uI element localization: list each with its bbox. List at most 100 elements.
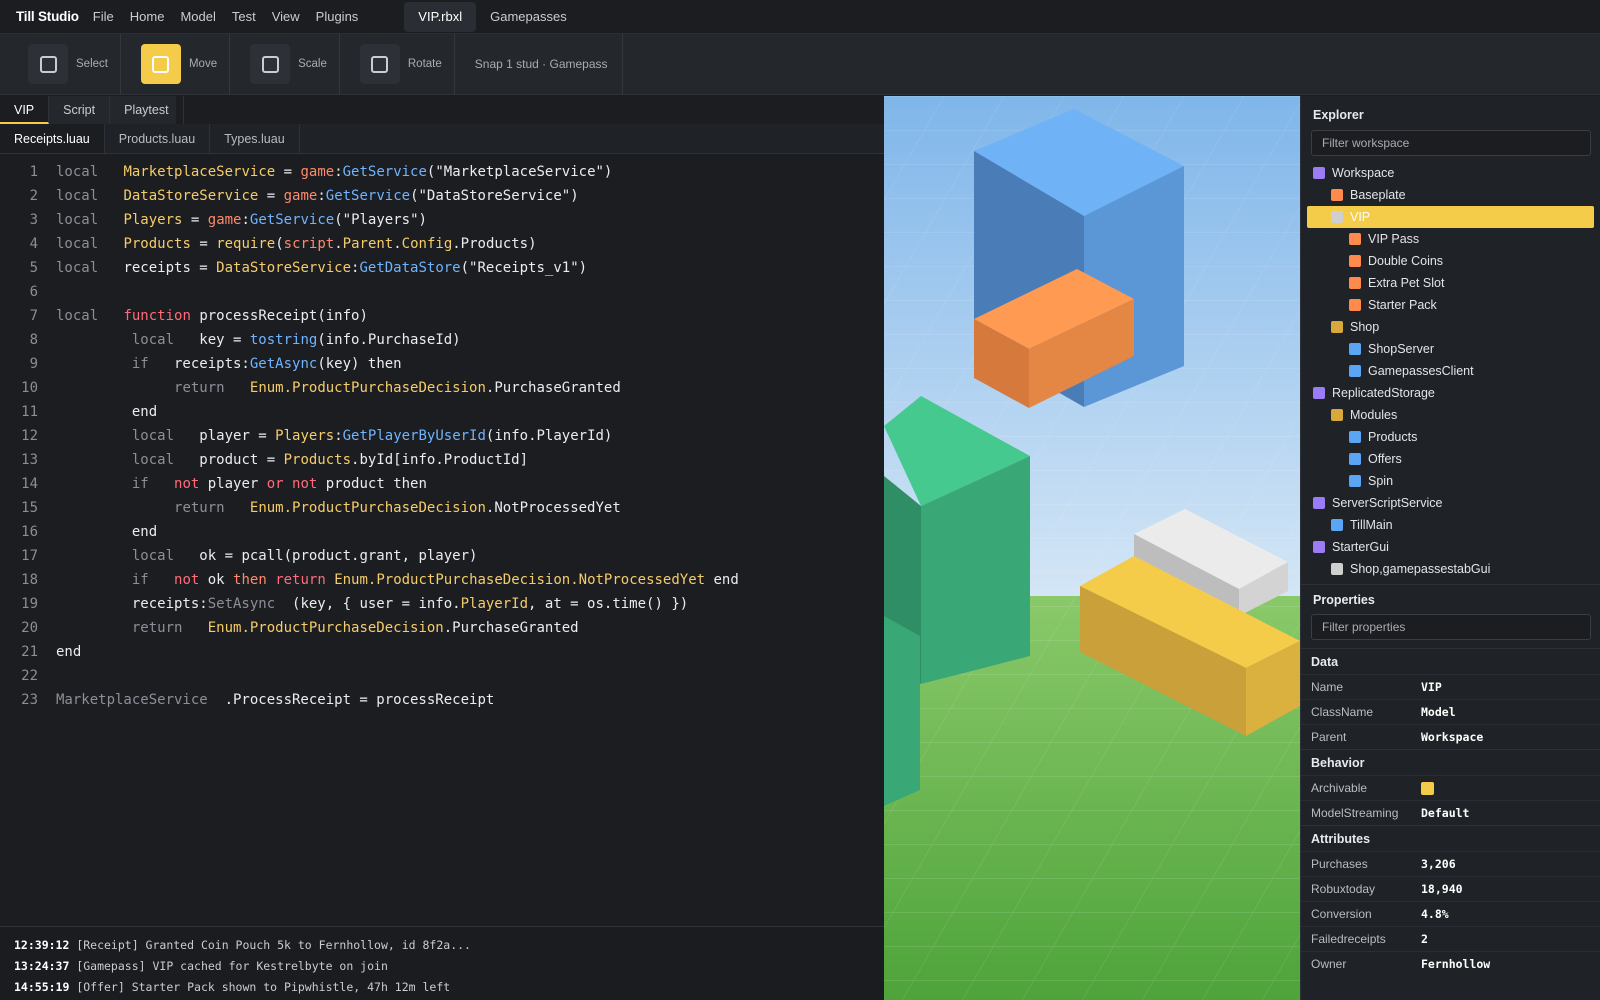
code-line[interactable]: 2 local DataStoreService = game:GetServic… <box>0 184 579 208</box>
explorer-item[interactable]: Shop <box>1301 316 1600 338</box>
explorer-item[interactable]: TillMain <box>1301 514 1600 536</box>
file-tab-types[interactable]: Types.luau <box>210 124 300 153</box>
doc-tab-vip[interactable]: VIP.rbxl <box>404 1 477 32</box>
code-line[interactable]: 1 local MarketplaceService = game:GetServ… <box>0 160 613 184</box>
explorer-item[interactable]: VIP Pass <box>1301 228 1600 250</box>
menu-view[interactable]: View <box>272 9 300 24</box>
code-line[interactable]: 10 return Enum.ProductPurchaseDecision.P… <box>0 376 621 400</box>
move-tool-button[interactable]: Move <box>140 33 231 95</box>
code-line[interactable]: 3 local Players = game:GetService("Player… <box>0 208 427 232</box>
property-value[interactable]: 2 <box>1421 932 1428 946</box>
explorer-item[interactable]: Offers <box>1301 448 1600 470</box>
property-row[interactable]: ModelStreaming Default <box>1301 800 1600 825</box>
code-token: GetService <box>342 164 427 180</box>
code-line[interactable]: 22 <box>0 664 56 688</box>
properties-filter-input[interactable] <box>1311 614 1591 640</box>
code-token: MarketplaceService <box>123 164 276 180</box>
explorer-item[interactable]: ReplicatedStorage <box>1301 382 1600 404</box>
properties-section-header[interactable]: Attributes <box>1301 825 1600 851</box>
explorer-item[interactable]: Double Coins <box>1301 250 1600 272</box>
explorer-item[interactable]: Modules <box>1301 404 1600 426</box>
code-token: return <box>174 500 225 516</box>
property-row[interactable]: Name VIP <box>1301 674 1600 699</box>
explorer-item[interactable]: ServerScriptService <box>1301 492 1600 514</box>
tab-vip[interactable]: VIP <box>0 96 50 124</box>
menu-file[interactable]: File <box>93 9 114 24</box>
explorer-item[interactable]: Shop,gamepassestabGui <box>1301 558 1600 580</box>
file-tab-receipts[interactable]: Receipts.luau <box>0 124 105 153</box>
explorer-item[interactable]: VIP <box>1307 206 1594 228</box>
property-row[interactable]: Archivable <box>1301 775 1600 800</box>
code-line[interactable]: 23 MarketplaceService .ProcessReceipt = p… <box>0 688 494 712</box>
property-value[interactable]: Workspace <box>1421 730 1483 744</box>
code-line[interactable]: 17 local ok = pcall(product.grant, playe… <box>0 544 477 568</box>
code-line[interactable]: 21 end <box>0 640 81 664</box>
property-value[interactable]: Default <box>1421 806 1469 820</box>
code-line[interactable]: 12 local player = Players:GetPlayerByUse… <box>0 424 612 448</box>
select-tool-button[interactable]: Select <box>28 33 121 95</box>
3d-viewport[interactable] <box>884 96 1300 1000</box>
snap-setting[interactable]: Snap 1 stud · Gamepass <box>475 33 623 95</box>
property-value[interactable]: 4.8% <box>1421 907 1449 921</box>
code-line[interactable]: 9 if receipts:GetAsync(key) then <box>0 352 402 376</box>
code-line[interactable]: 5 local receipts = DataStoreService:GetDa… <box>0 256 588 280</box>
code-line[interactable]: 6 <box>0 280 56 304</box>
code-line[interactable]: 15 return Enum.ProductPurchaseDecision.N… <box>0 496 621 520</box>
explorer-item[interactable]: Products <box>1301 426 1600 448</box>
code-line[interactable]: 20 return Enum.ProductPurchaseDecision.P… <box>0 616 578 640</box>
menu-model[interactable]: Model <box>180 9 215 24</box>
explorer-item[interactable]: Workspace <box>1301 162 1600 184</box>
code-token: not <box>174 572 200 588</box>
code-line[interactable]: 19 receipts:SetAsync (key, { user = info… <box>0 592 688 616</box>
property-row[interactable]: Conversion 4.8% <box>1301 901 1600 926</box>
property-row[interactable]: Failedreceipts 2 <box>1301 926 1600 951</box>
code-editor[interactable]: 1 local MarketplaceService = game:GetServ… <box>0 154 884 926</box>
checkbox-checked-icon[interactable] <box>1421 781 1434 795</box>
menu-home[interactable]: Home <box>130 9 165 24</box>
property-name: Name <box>1311 680 1344 694</box>
code-line[interactable]: 13 local product = Products.byId[info.Pr… <box>0 448 528 472</box>
code-line[interactable]: 4 local Products = require(script.Parent.… <box>0 232 537 256</box>
property-row[interactable]: Owner Fernhollow <box>1301 951 1600 976</box>
code-token: DataStoreService <box>216 260 352 276</box>
property-value[interactable]: Model <box>1421 705 1456 719</box>
code-line[interactable]: 8 local key = tostring(info.PurchaseId) <box>0 328 461 352</box>
properties-section-header[interactable]: Data <box>1301 648 1600 674</box>
menu-test[interactable]: Test <box>232 9 256 24</box>
code-token: game <box>207 212 242 228</box>
property-row[interactable]: ClassName Model <box>1301 699 1600 724</box>
property-value[interactable]: 3,206 <box>1421 857 1456 871</box>
property-value[interactable]: 18,940 <box>1421 882 1463 896</box>
explorer-item[interactable]: StarterGui <box>1301 536 1600 558</box>
scale-tool-button[interactable]: Scale <box>250 33 340 95</box>
scale-tool-label: Scale <box>298 58 327 70</box>
tab-script[interactable]: Script <box>49 96 111 124</box>
doc-tab-gamepasses[interactable]: Gamepasses <box>476 2 581 32</box>
explorer-item[interactable]: Starter Pack <box>1301 294 1600 316</box>
property-value[interactable]: Fernhollow <box>1421 957 1490 971</box>
property-value[interactable]: VIP <box>1421 680 1442 694</box>
menu-plugins[interactable]: Plugins <box>316 9 359 24</box>
explorer-filter-input[interactable] <box>1311 130 1591 156</box>
code-line[interactable]: 16 end <box>0 520 157 544</box>
properties-section-header[interactable]: Behavior <box>1301 749 1600 775</box>
explorer-item[interactable]: Spin <box>1301 470 1600 492</box>
explorer-item-label: TillMain <box>1350 518 1393 532</box>
explorer-item[interactable]: GamepassesClient <box>1301 360 1600 382</box>
tab-playtest[interactable]: Playtest <box>110 96 184 124</box>
property-row[interactable]: Robuxtoday 18,940 <box>1301 876 1600 901</box>
rotate-tool-button[interactable]: Rotate <box>359 33 455 95</box>
code-token: require <box>216 236 276 252</box>
property-row[interactable]: Purchases 3,206 <box>1301 851 1600 876</box>
explorer-item-label: Offers <box>1368 452 1402 466</box>
explorer-item[interactable]: Baseplate <box>1301 184 1600 206</box>
code-line[interactable]: 18 if not ok then return Enum.ProductPur… <box>0 568 739 592</box>
code-line[interactable]: 14 if not player or not product then <box>0 472 427 496</box>
code-line[interactable]: 7 local function processReceipt(info) <box>0 304 368 328</box>
code-line[interactable]: 11 end <box>0 400 157 424</box>
explorer-item[interactable]: Extra Pet Slot <box>1301 272 1600 294</box>
file-tab-products[interactable]: Products.luau <box>105 124 211 153</box>
property-row[interactable]: Parent Workspace <box>1301 724 1600 749</box>
explorer-item[interactable]: ShopServer <box>1301 338 1600 360</box>
